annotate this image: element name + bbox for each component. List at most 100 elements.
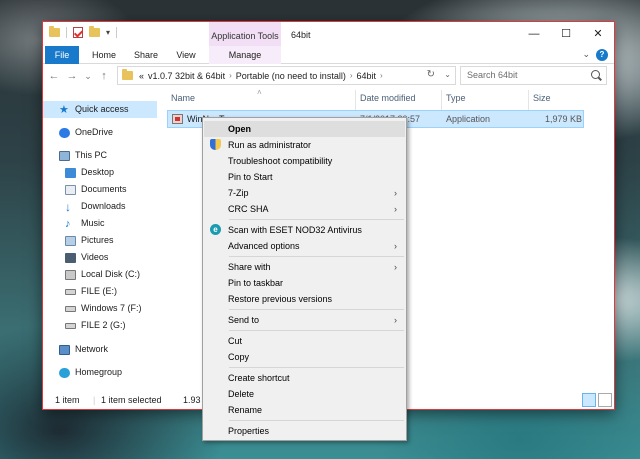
close-button[interactable]: ✕ bbox=[581, 24, 615, 44]
menu-item-create-shortcut[interactable]: Create shortcut bbox=[204, 370, 405, 386]
title-bar: ▾ Application Tools 64bit — ☐ ✕ bbox=[43, 22, 614, 46]
menu-item-label: CRC SHA bbox=[228, 204, 269, 214]
sidebar-item-label: Videos bbox=[81, 252, 109, 262]
selected-count: 1 item selected bbox=[101, 395, 162, 405]
sidebar-item-pictures[interactable]: Pictures bbox=[43, 232, 157, 249]
menu-item-delete[interactable]: Delete bbox=[204, 386, 405, 402]
new-folder-icon[interactable] bbox=[89, 26, 100, 37]
refresh-icon[interactable]: ↻ bbox=[427, 69, 435, 80]
eset-icon: e bbox=[210, 224, 221, 235]
menu-item-send-to[interactable]: Send to › bbox=[204, 312, 405, 328]
sort-ascending-icon: ˄ bbox=[257, 88, 262, 97]
menu-item-share-with[interactable]: Share with › bbox=[204, 259, 405, 275]
sidebar-item-label: OneDrive bbox=[75, 127, 114, 137]
forward-button[interactable]: → bbox=[65, 68, 79, 84]
scrollbar[interactable] bbox=[597, 92, 614, 388]
menu-item-copy[interactable]: Copy bbox=[204, 349, 405, 365]
sidebar-item-label: FILE (E:) bbox=[81, 286, 118, 296]
menu-item-label: 7-Zip bbox=[228, 188, 249, 198]
toolbar-divider bbox=[116, 27, 118, 38]
tab-share[interactable]: Share bbox=[129, 46, 163, 64]
menu-item-restore-previous-versions[interactable]: Restore previous versions bbox=[204, 291, 405, 307]
menu-item-advanced-options[interactable]: Advanced options › bbox=[204, 238, 405, 254]
sidebar-item-videos[interactable]: Videos bbox=[43, 249, 157, 266]
breadcrumb-overflow[interactable]: « bbox=[139, 71, 144, 81]
menu-item-cut[interactable]: Cut bbox=[204, 333, 405, 349]
breadcrumb-item[interactable]: v1.0.7 32bit & 64bit bbox=[148, 71, 225, 81]
menu-item-properties[interactable]: Properties bbox=[204, 423, 405, 439]
folder-icon[interactable] bbox=[49, 26, 60, 37]
menu-item-troubleshoot-compatibility[interactable]: Troubleshoot compatibility bbox=[204, 153, 405, 169]
application-tools-label: Application Tools bbox=[209, 22, 281, 46]
menu-item-pin-to-taskbar[interactable]: Pin to taskbar bbox=[204, 275, 405, 291]
menu-item-rename[interactable]: Rename bbox=[204, 402, 405, 418]
folder-icon bbox=[122, 69, 133, 80]
quick-access-toolbar: ▾ bbox=[49, 26, 118, 38]
sidebar-item-onedrive[interactable]: OneDrive bbox=[43, 124, 157, 141]
menu-item-pin-to-start[interactable]: Pin to Start bbox=[204, 169, 405, 185]
chevron-right-icon[interactable]: › bbox=[350, 71, 353, 80]
sidebar-item-label: Documents bbox=[81, 184, 127, 194]
sidebar-item-desktop[interactable]: Desktop bbox=[43, 164, 157, 181]
large-icons-view-icon[interactable] bbox=[598, 393, 612, 407]
file-size: 1,979 KB bbox=[545, 114, 583, 124]
sidebar-item-downloads[interactable]: ↓ Downloads bbox=[43, 198, 157, 215]
collapse-ribbon-icon[interactable]: ⌄ bbox=[582, 49, 590, 60]
address-history-dropdown[interactable]: ⌄ bbox=[444, 70, 451, 79]
column-header-size[interactable]: Size bbox=[533, 93, 551, 103]
column-divider[interactable] bbox=[528, 90, 529, 110]
computer-icon bbox=[59, 150, 70, 161]
sidebar-item-file-e[interactable]: FILE (E:) bbox=[43, 283, 157, 300]
menu-separator bbox=[229, 309, 404, 310]
menu-item-open[interactable]: Open bbox=[204, 121, 405, 137]
back-button[interactable]: ← bbox=[47, 68, 61, 84]
menu-item-crc-sha[interactable]: CRC SHA › bbox=[204, 201, 405, 217]
menu-item-7zip[interactable]: 7-Zip › bbox=[204, 185, 405, 201]
star-icon: ★ bbox=[59, 103, 69, 116]
menu-separator bbox=[229, 367, 404, 368]
menu-item-run-as-administrator[interactable]: Run as administrator bbox=[204, 137, 405, 153]
sidebar-item-file-2-g[interactable]: FILE 2 (G:) bbox=[43, 317, 157, 334]
sidebar-item-label: Pictures bbox=[81, 235, 114, 245]
downloads-folder-icon: ↓ bbox=[65, 199, 71, 214]
column-header-type[interactable]: Type bbox=[446, 93, 466, 103]
chevron-right-icon: › bbox=[394, 241, 397, 251]
details-view-icon[interactable] bbox=[582, 393, 596, 407]
menu-item-label: Troubleshoot compatibility bbox=[228, 156, 333, 166]
sidebar-item-music[interactable]: ♪ Music bbox=[43, 215, 157, 232]
column-divider[interactable] bbox=[441, 90, 442, 110]
sidebar-item-windows-7-f[interactable]: Windows 7 (F:) bbox=[43, 300, 157, 317]
tab-home[interactable]: Home bbox=[87, 46, 121, 64]
properties-icon[interactable] bbox=[73, 27, 83, 38]
recent-locations-button[interactable]: ⌄ bbox=[81, 68, 95, 84]
column-header-date-modified[interactable]: Date modified bbox=[360, 93, 416, 103]
maximize-button[interactable]: ☐ bbox=[549, 24, 583, 44]
tab-file[interactable]: File bbox=[45, 46, 79, 64]
item-count: 1 item bbox=[55, 395, 80, 405]
sidebar-item-network[interactable]: Network bbox=[43, 341, 157, 358]
chevron-right-icon[interactable]: › bbox=[380, 71, 383, 80]
sidebar-item-this-pc[interactable]: This PC bbox=[43, 147, 157, 164]
sidebar-item-quick-access[interactable]: ★ Quick access bbox=[43, 101, 157, 118]
sidebar-item-documents[interactable]: Documents bbox=[43, 181, 157, 198]
application-icon bbox=[172, 114, 183, 124]
up-button[interactable]: ↑ bbox=[97, 68, 111, 84]
search-input[interactable]: Search 64bit bbox=[460, 66, 607, 85]
menu-item-scan-eset[interactable]: e Scan with ESET NOD32 Antivirus bbox=[204, 222, 405, 238]
customize-toolbar-icon[interactable]: ▾ bbox=[106, 28, 110, 37]
breadcrumb-item[interactable]: Portable (no need to install) bbox=[236, 71, 346, 81]
column-divider[interactable] bbox=[355, 90, 356, 110]
column-header-name[interactable]: Name bbox=[171, 93, 195, 103]
menu-item-label: Pin to Start bbox=[228, 172, 273, 182]
homegroup-icon bbox=[59, 367, 70, 378]
tab-view[interactable]: View bbox=[171, 46, 201, 64]
minimize-button[interactable]: — bbox=[517, 24, 551, 44]
address-bar[interactable]: « v1.0.7 32bit & 64bit › Portable (no ne… bbox=[117, 66, 456, 85]
help-icon[interactable]: ? bbox=[596, 49, 608, 61]
sidebar-item-homegroup[interactable]: Homegroup bbox=[43, 364, 157, 381]
breadcrumb-item[interactable]: 64bit bbox=[357, 71, 377, 81]
sidebar-item-local-disk-c[interactable]: Local Disk (C:) bbox=[43, 266, 157, 283]
chevron-right-icon[interactable]: › bbox=[229, 71, 232, 80]
tab-manage[interactable]: Manage bbox=[209, 46, 281, 64]
sidebar-item-label: Network bbox=[75, 344, 109, 354]
